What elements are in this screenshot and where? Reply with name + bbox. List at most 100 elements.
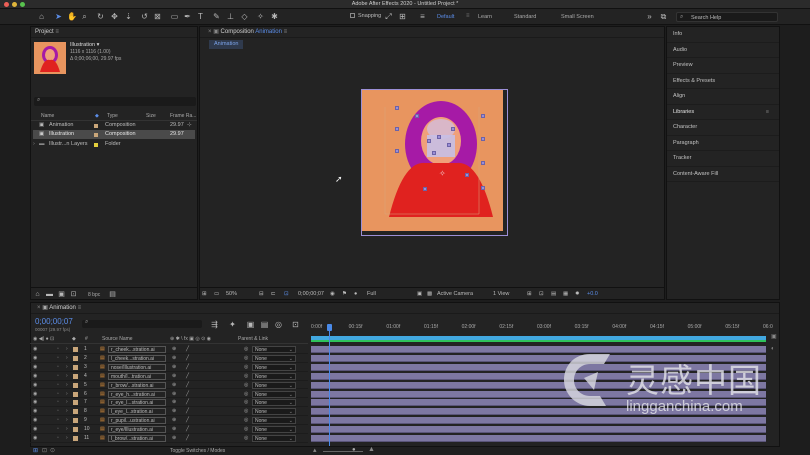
zoom-slider[interactable] (323, 451, 363, 452)
label-color-swatch[interactable] (73, 373, 78, 379)
panel-tracker[interactable]: Tracker (667, 151, 779, 167)
parent-dropdown[interactable]: None ⌄ (252, 408, 296, 416)
label-color-swatch[interactable] (73, 400, 78, 406)
workspace-menu-icon[interactable]: ≡ (418, 12, 427, 21)
reset-exposure-icon[interactable]: ⊡ (539, 291, 544, 297)
pickwhip-icon[interactable]: ◎ (244, 390, 248, 398)
lock-toggle[interactable]: ▫ (57, 390, 59, 398)
panel-align[interactable]: Align (667, 89, 779, 105)
layer-name[interactable]: r_brow/...stration.ai (108, 381, 166, 389)
label-color-swatch[interactable] (94, 133, 98, 137)
dolly-tool-icon[interactable]: ⇣ (124, 12, 133, 21)
shy-switch-icon[interactable]: ⊕ (172, 354, 176, 362)
layer-row[interactable]: ◉ ▫ › 2 ▤ l_cheek...stration.ai ⊕ ╱ ◎ None ⌄ (30, 354, 308, 363)
mask-visibility-icon[interactable]: ⊏ (271, 291, 276, 297)
expand-arrow-icon[interactable]: › (66, 416, 68, 424)
layer-handle[interactable] (481, 186, 485, 190)
viewer-timecode[interactable]: 0;00;00;07 (298, 291, 324, 297)
visibility-eye-icon[interactable]: ◉ (33, 398, 37, 406)
visibility-eye-icon[interactable]: ◉ (33, 345, 37, 353)
expand-arrow-icon[interactable]: › (66, 390, 68, 398)
project-row-layers-folder[interactable]: › ▬ Illustr...n Layers Folder (33, 140, 195, 149)
pickwhip-icon[interactable]: ◎ (244, 345, 248, 353)
visibility-eye-icon[interactable]: ◉ (33, 407, 37, 415)
view-options-icon[interactable]: ▭ (214, 291, 219, 297)
layer-row[interactable]: ◉ ▫ › 8 ▤ l_eye_l...stration.ai ⊕ ╱ ◎ None ⌄ (30, 407, 308, 417)
workspace-default[interactable]: Default (437, 14, 454, 20)
layer-handle[interactable] (395, 106, 399, 110)
parent-dropdown[interactable]: None ⌄ (252, 372, 296, 380)
selected-item-name[interactable]: Illustration ▾ (70, 42, 99, 48)
layer-switches-icon[interactable]: ⊞ (33, 447, 38, 454)
parent-dropdown[interactable]: None ⌄ (252, 346, 296, 353)
pickwhip-icon[interactable]: ◎ (244, 381, 248, 389)
panel-character[interactable]: Character (667, 120, 779, 136)
anchor-point-icon[interactable]: ✧ (439, 169, 446, 178)
overflow-icon[interactable]: » (645, 12, 654, 21)
workspace-standard[interactable]: Standard (514, 14, 536, 20)
label-color-swatch[interactable] (73, 436, 78, 441)
rotation-tool-icon[interactable]: ↺ (140, 12, 149, 21)
lock-toggle[interactable]: ▫ (57, 416, 59, 424)
label-color-swatch[interactable] (73, 364, 78, 370)
layer-handle[interactable] (481, 161, 485, 165)
composition-tab[interactable]: Animation (209, 40, 244, 49)
snapshot-icon[interactable]: ◉ (330, 291, 335, 297)
col-type[interactable]: Type (107, 112, 118, 121)
quality-switch-icon[interactable]: ╱ (186, 416, 189, 424)
parent-dropdown[interactable]: None ⌄ (252, 363, 296, 371)
comp-mini-flowchart-icon[interactable]: ⇶ (210, 320, 219, 329)
pen-tool-icon[interactable]: ✒ (183, 12, 192, 21)
shy-switch-icon[interactable]: ⊕ (172, 434, 176, 442)
home-icon[interactable]: ⌂ (37, 12, 46, 21)
layer-name[interactable]: nose/Illustration.ai (108, 363, 166, 371)
region-icon[interactable]: ▣ (417, 291, 422, 297)
toggle-switches-modes[interactable]: Toggle Switches / Modes (170, 448, 225, 454)
parent-dropdown[interactable]: None ⌄ (252, 426, 296, 434)
brush-tool-icon[interactable]: ✎ (212, 12, 221, 21)
channels-icon[interactable]: ● (354, 291, 357, 297)
disclosure-arrow-icon[interactable]: › (33, 140, 35, 149)
pickwhip-icon[interactable]: ◎ (244, 434, 248, 442)
label-color-swatch[interactable] (73, 409, 78, 415)
zoom-out-icon[interactable]: ▴ (313, 446, 317, 454)
quality-switch-icon[interactable]: ╱ (186, 372, 189, 380)
pickwhip-icon[interactable]: ◎ (244, 363, 248, 371)
label-color-swatch[interactable] (94, 143, 98, 147)
panel-menu-icon[interactable]: ≡ (766, 105, 769, 121)
lock-toggle[interactable]: ▫ (57, 381, 59, 389)
bit-depth-button[interactable]: 8 bpc (88, 292, 100, 298)
lock-toggle[interactable]: ▫ (57, 363, 59, 371)
parent-dropdown[interactable]: None ⌄ (252, 381, 296, 389)
switches-header-icon[interactable]: ⊕ ✱ \ fx ▣ ◎ ⊙ ◉ (170, 335, 211, 344)
layer-name[interactable]: l_brow/...stration.ai (108, 435, 166, 442)
quality-switch-icon[interactable]: ╱ (186, 398, 189, 406)
expand-arrow-icon[interactable]: › (66, 434, 68, 442)
close-icon[interactable]: × (37, 305, 41, 311)
timeline-timecode[interactable]: 0;00;00;07 (35, 317, 73, 326)
project-search-input[interactable]: ⌕ (34, 97, 196, 106)
visibility-eye-icon[interactable]: ◉ (33, 390, 37, 398)
visibility-eye-icon[interactable]: ◉ (33, 363, 37, 371)
layer-name[interactable]: l_cheek...stration.ai (108, 354, 166, 362)
project-row-illustration[interactable]: ▣ Illustration Composition 29.97 (33, 130, 195, 139)
parent-dropdown[interactable]: None ⌄ (252, 354, 296, 362)
lock-toggle[interactable]: ▫ (57, 398, 59, 406)
orbit-tool-icon[interactable]: ↻ (96, 12, 105, 21)
exposure-value[interactable]: +0.0 (587, 291, 598, 297)
shy-switch-icon[interactable]: ⊕ (172, 390, 176, 398)
layer-handle[interactable] (451, 127, 455, 131)
lock-toggle[interactable]: ▫ (57, 354, 59, 362)
layer-handle[interactable] (465, 173, 469, 177)
comp-button-icon[interactable]: ▣ (771, 333, 777, 340)
workspace-menu-icon[interactable]: ≡ (466, 13, 470, 19)
new-composition-icon[interactable]: ▣ (57, 290, 66, 299)
visibility-eye-icon[interactable]: ◉ (33, 425, 37, 433)
layer-name[interactable]: r_cheek...stration.ai (108, 346, 166, 353)
layer-row[interactable]: ◉ ▫ › 1 ▤ r_cheek...stration.ai ⊕ ╱ ◎ None ⌄ (30, 345, 308, 354)
panel-arrange-icon[interactable]: ⧉ (659, 12, 668, 21)
col-frame-rate[interactable]: Frame Ra... (170, 112, 196, 121)
visibility-eye-icon[interactable]: ◉ (33, 372, 37, 380)
quality-switch-icon[interactable]: ╱ (186, 425, 189, 433)
pan-behind-tool-icon[interactable]: ⊠ (153, 12, 162, 21)
